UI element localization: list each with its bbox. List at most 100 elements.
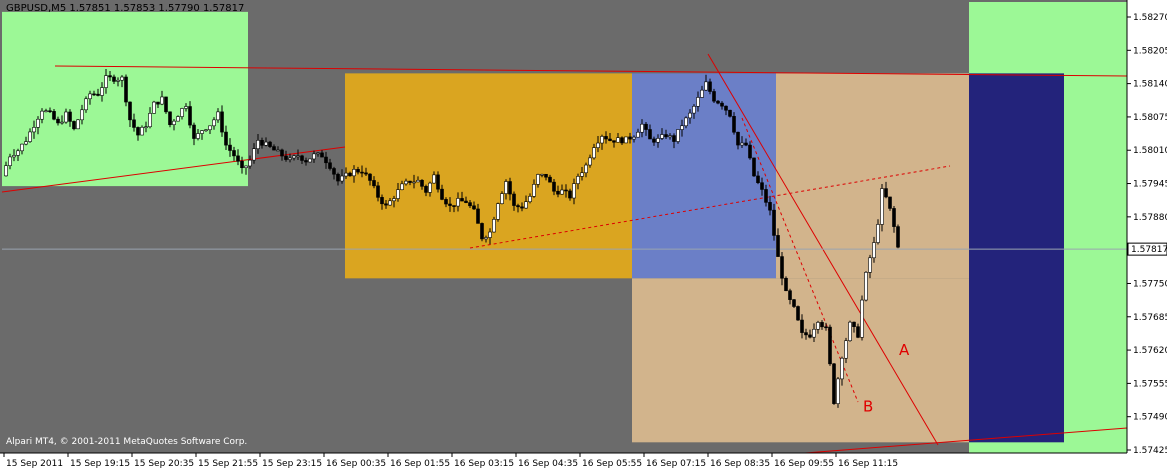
candle-body [720,102,724,107]
candle-body [444,199,448,205]
candle-body [740,142,744,146]
candle-body [172,120,176,125]
candle-body [816,322,820,330]
candle-body [616,137,620,143]
candle-body [496,203,500,220]
candle-body [840,357,844,380]
candle-body [208,125,212,131]
candle-body [772,209,776,236]
zones-layer [0,0,1129,453]
candle-body [820,322,824,328]
candle-body [728,109,732,117]
price-tick-label: 1.58270 [1133,13,1167,23]
candle-body [424,186,428,193]
candle-body [700,89,704,98]
candle-body [164,96,168,113]
candle-body [872,242,876,259]
candle-body [44,110,48,113]
candle-body [660,134,664,139]
candle-body [512,193,516,206]
candle-body [672,135,676,142]
candle-body [184,106,188,109]
candle-body [216,111,220,121]
candle-body [272,146,276,151]
price-tick-label: 1.58075 [1133,113,1167,123]
price-tick-label: 1.57685 [1133,313,1167,323]
price-tick-label: 1.57750 [1133,279,1167,289]
candle-body [676,129,680,142]
candle-body [168,111,172,125]
candle-body [396,189,400,199]
candle [308,158,312,163]
candle-body [632,136,636,140]
candle-body [680,125,684,130]
candle-body [756,175,760,183]
candle-body [636,131,640,138]
candle-body [72,121,76,130]
candle-body [852,321,856,327]
candle-body [332,168,336,175]
candle-body [340,175,344,182]
candle-body [296,155,300,158]
candle-body [408,180,412,183]
candle-body [92,93,96,96]
annotation-b: B [863,398,873,416]
copyright-text: Alpari MT4, © 2001-2011 MetaQuotes Softw… [6,437,248,447]
candle-body [536,174,540,185]
candle [860,295,864,341]
candle-body [596,142,600,148]
candle-body [8,156,12,166]
candle-body [360,171,364,174]
candle [76,119,80,130]
candle [480,222,484,242]
candle-body [4,165,8,177]
candle-body [304,160,308,163]
candle-body [392,198,396,202]
current-price-label: 1.57817 [1131,245,1167,255]
candle-body [776,235,780,257]
candle-body [344,172,348,177]
time-tick-label: 15 Sep 21:55 [198,459,258,469]
candle-body [128,101,132,121]
candle-body [600,136,604,144]
candle-body [528,196,532,203]
candle-body [148,113,152,128]
candle-body [796,306,800,321]
candle-body [176,116,180,122]
candle-body [552,181,556,192]
candle-body [476,208,480,224]
price-chart[interactable]: AB 1.582701.582051.581401.580751.580101.… [0,0,1167,470]
time-tick-label: 16 Sep 11:15 [838,459,898,469]
candle-body [252,148,256,161]
candle-body [812,328,816,338]
candle-body [480,223,484,240]
candle-body [784,277,788,292]
candle-body [144,126,148,129]
candle-body [792,299,796,307]
candle-body [484,237,488,240]
candle-body [28,131,32,142]
candle-body [488,231,492,238]
candle-body [584,164,588,174]
candle-body [40,110,44,120]
candle [864,271,868,302]
candle [624,136,628,144]
candle-body [520,206,524,209]
candle-body [780,256,784,279]
candle-body [624,136,628,144]
candle-body [652,138,656,143]
candle [752,157,756,177]
candle-body [132,119,136,128]
candle-body [508,181,512,195]
candle-body [244,165,248,169]
candle-body [656,138,660,143]
candle-body [400,183,404,190]
candle-body [884,188,888,198]
candle-body [48,110,52,113]
candle [880,184,884,232]
candle-body [604,136,608,140]
candle-body [288,157,292,160]
candle-body [280,149,284,157]
candle [492,216,496,233]
candle-body [764,189,768,203]
